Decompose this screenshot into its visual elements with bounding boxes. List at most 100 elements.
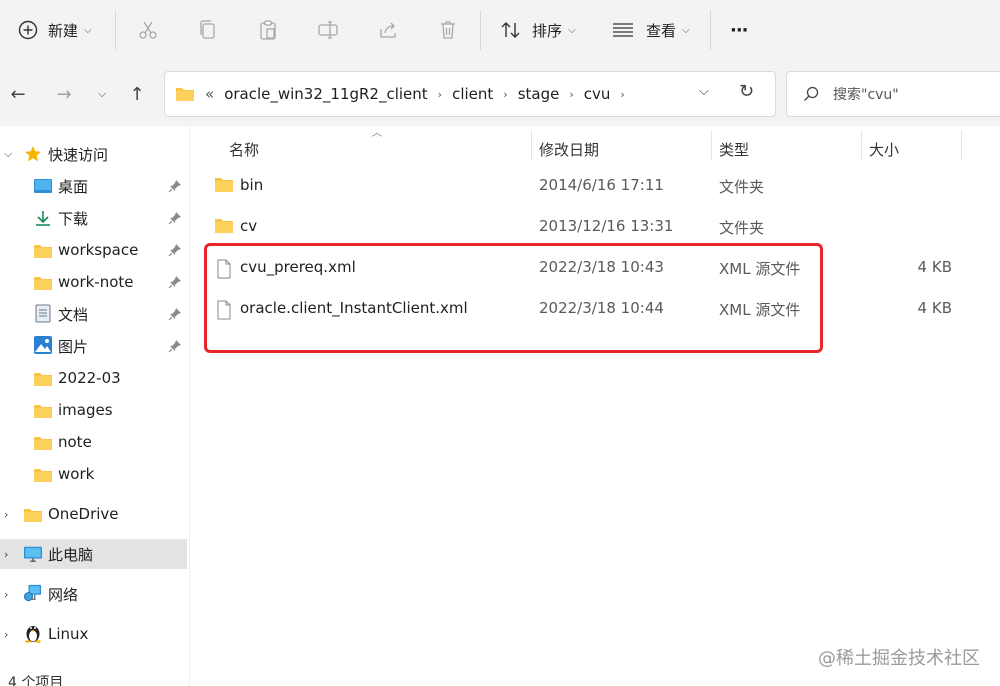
sidebar-item-images[interactable]: images	[0, 395, 187, 425]
pin-icon	[168, 243, 182, 257]
breadcrumb-item[interactable]: oracle_win32_11gR2_client	[224, 85, 427, 103]
column-header-label: 大小	[869, 140, 900, 159]
view-button[interactable]: 查看 ⌵	[612, 10, 690, 50]
breadcrumb-item[interactable]: client	[452, 85, 493, 103]
sidebar-item-2022-03[interactable]: 2022-03	[0, 363, 187, 393]
more-icon: ···	[730, 19, 748, 41]
breadcrumb-item[interactable]: stage	[518, 85, 560, 103]
search-placeholder: 搜索"cvu"	[833, 87, 899, 103]
table-row[interactable]: cv 2013/12/16 13:31 文件夹	[204, 208, 994, 246]
chevron-down-icon: ⌵	[568, 24, 576, 36]
arrow-right-icon: →	[56, 83, 72, 105]
sort-label: 排序	[532, 21, 563, 40]
chevron-down-icon[interactable]: ⌵	[4, 147, 12, 161]
chevron-right-icon[interactable]: ›	[4, 548, 8, 561]
pin-icon	[168, 179, 182, 193]
column-divider[interactable]	[711, 130, 712, 160]
table-row[interactable]: bin 2014/6/16 17:11 文件夹	[204, 167, 994, 205]
sidebar-item-note[interactable]: note	[0, 427, 187, 457]
folder-icon	[24, 506, 42, 524]
folder-icon	[175, 86, 195, 102]
file-date: 2013/12/16 13:31	[539, 217, 674, 235]
column-header-name[interactable]: 名称	[229, 134, 259, 164]
column-header-type[interactable]: 类型	[719, 134, 749, 164]
chevron-right-icon[interactable]: ›	[4, 628, 8, 641]
cut-icon[interactable]	[135, 17, 161, 43]
toolbar-divider	[115, 10, 116, 50]
sidebar-item-pictures[interactable]: 图片	[0, 331, 187, 361]
watermark: @稀土掘金技术社区	[818, 648, 980, 669]
sidebar-item-desktop[interactable]: 桌面	[0, 171, 187, 201]
sidebar-item-label: images	[58, 401, 113, 419]
sidebar-item-quick-access[interactable]: ⌵ 快速访问	[0, 139, 187, 169]
forward-button[interactable]: →	[50, 80, 78, 108]
sidebar-item-label: OneDrive	[48, 505, 119, 523]
arrow-up-icon: ↑	[129, 83, 145, 105]
column-header-label: 名称	[229, 140, 260, 159]
address-dropdown-icon[interactable]: ⌵	[699, 84, 709, 99]
column-header-label: 类型	[719, 140, 750, 159]
documents-icon	[34, 304, 52, 322]
sidebar-item-linux[interactable]: › Linux	[0, 619, 187, 649]
pin-icon	[168, 339, 182, 353]
breadcrumb-overflow[interactable]: «	[205, 85, 214, 103]
sidebar-item-work[interactable]: work	[0, 459, 187, 489]
file-date: 2014/6/16 17:11	[539, 176, 664, 194]
back-button[interactable]: ←	[4, 80, 32, 108]
sidebar-item-onedrive[interactable]: › OneDrive	[0, 499, 187, 529]
sidebar-item-label: 快速访问	[48, 145, 109, 164]
chevron-right-icon[interactable]: ›	[4, 588, 8, 601]
chevron-right-icon[interactable]: ›	[569, 88, 573, 101]
column-divider[interactable]	[861, 130, 862, 160]
sidebar-item-downloads[interactable]: 下载	[0, 203, 187, 233]
refresh-icon[interactable]: ↻	[739, 81, 754, 102]
recent-locations-button[interactable]: ⌵	[88, 80, 116, 108]
pin-icon	[168, 307, 182, 321]
highlight-annotation-box	[204, 243, 823, 353]
view-list-icon	[612, 21, 634, 39]
command-bar: 新建 ⌵ 排序 ⌵ 查看 ⌵ ···	[0, 0, 1000, 62]
rename-icon[interactable]	[315, 17, 341, 43]
toolbar-divider	[710, 10, 711, 50]
sidebar-item-network[interactable]: › 网络	[0, 579, 187, 609]
more-button[interactable]: ···	[730, 10, 748, 50]
file-size: 4 KB	[917, 258, 952, 276]
toolbar-divider	[480, 10, 481, 50]
sort-ascending-icon: ︿	[372, 128, 382, 139]
file-type: 文件夹	[719, 219, 765, 237]
search-input[interactable]: 搜索"cvu"	[786, 71, 1000, 117]
paste-icon[interactable]	[255, 17, 281, 43]
chevron-down-icon: ⌵	[682, 24, 690, 36]
column-divider[interactable]	[531, 130, 532, 160]
sidebar-item-workspace[interactable]: workspace	[0, 235, 187, 265]
chevron-right-icon[interactable]: ›	[620, 88, 624, 101]
breadcrumb-item[interactable]: cvu	[584, 85, 611, 103]
folder-icon	[34, 466, 52, 484]
sidebar-item-label: work-note	[58, 273, 134, 291]
new-button[interactable]: 新建 ⌵	[18, 10, 92, 50]
view-label: 查看	[646, 21, 677, 40]
delete-icon[interactable]	[435, 17, 461, 43]
copy-icon[interactable]	[195, 17, 221, 43]
sidebar-item-documents[interactable]: 文档	[0, 299, 187, 329]
file-name: cv	[240, 217, 258, 235]
chevron-right-icon[interactable]: ›	[4, 508, 8, 521]
pictures-icon	[34, 336, 52, 354]
chevron-right-icon[interactable]: ›	[503, 88, 507, 101]
chevron-right-icon[interactable]: ›	[438, 88, 442, 101]
address-bar[interactable]: « oracle_win32_11gR2_client › client › s…	[164, 71, 776, 117]
sort-button[interactable]: 排序 ⌵	[500, 10, 576, 50]
sidebar-item-this-pc[interactable]: › 此电脑	[0, 539, 187, 569]
share-icon[interactable]	[375, 17, 401, 43]
column-divider[interactable]	[961, 130, 962, 160]
folder-icon	[34, 434, 52, 452]
navigation-pane: ⌵ 快速访问 桌面 下载 workspace work-note 文档 图片 2…	[0, 126, 190, 686]
file-name: bin	[240, 176, 264, 194]
desktop-icon	[34, 177, 52, 195]
column-header-size[interactable]: 大小	[869, 134, 899, 164]
column-header-date[interactable]: 修改日期	[539, 134, 599, 164]
pin-icon	[168, 275, 182, 289]
up-button[interactable]: ↑	[123, 80, 151, 108]
sidebar-item-work-note[interactable]: work-note	[0, 267, 187, 297]
sidebar-item-label: 网络	[48, 585, 79, 604]
